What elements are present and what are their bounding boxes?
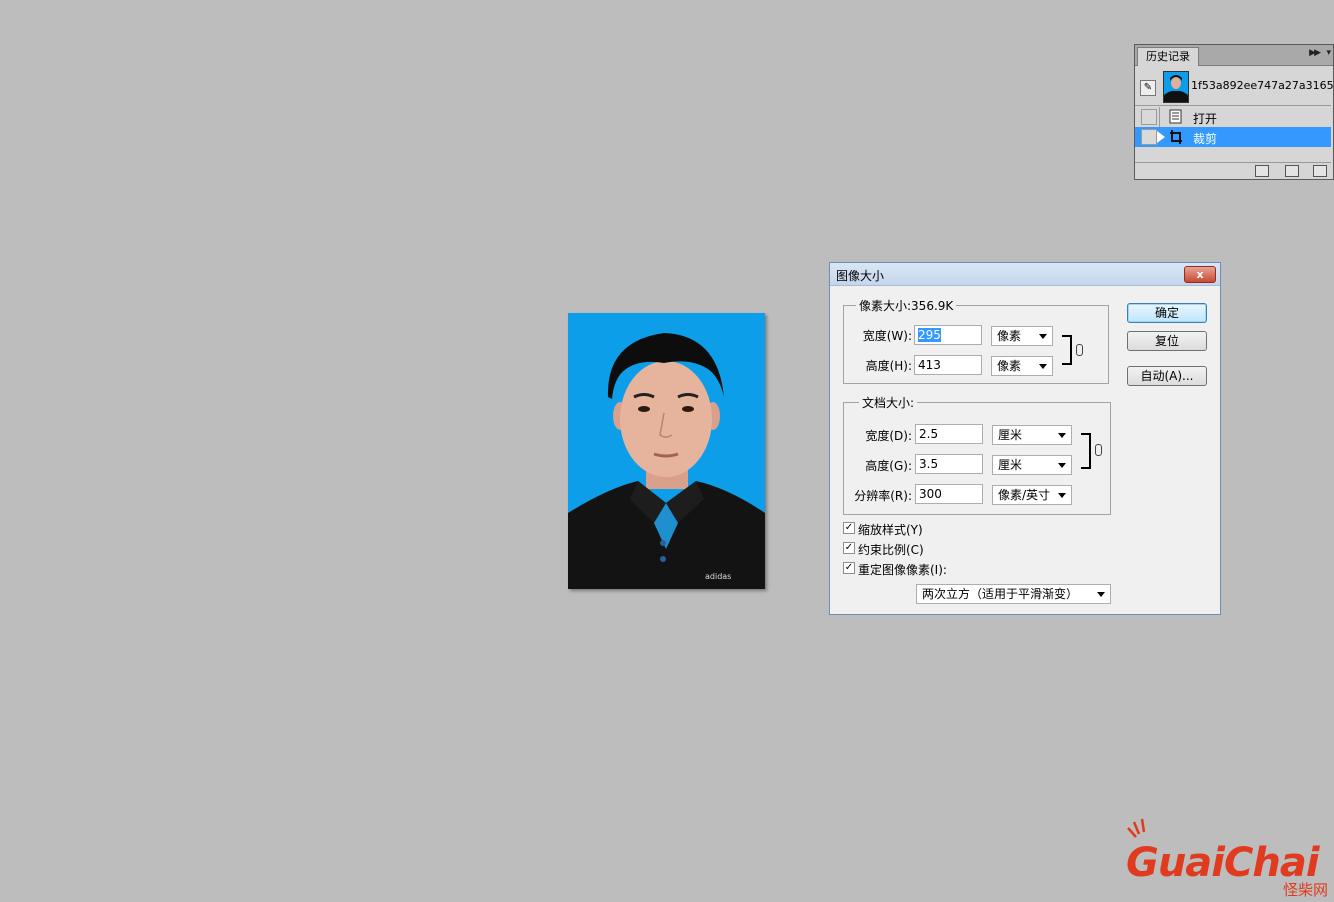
doc-width-label: 宽度(D): (865, 429, 912, 443)
resample-label: 重定图像像素(I): (858, 563, 947, 577)
panel-expand-icon[interactable]: ▶▶ (1309, 48, 1321, 58)
pixel-height-unit-select[interactable]: 像素 (991, 356, 1053, 376)
snapshot-camera-icon[interactable] (1285, 165, 1299, 177)
watermark-logo: GuaiChai 怪柴网 (1122, 818, 1334, 902)
doc-height-input[interactable]: 3.5 (915, 454, 983, 474)
pixel-height-input[interactable]: 413 (914, 355, 982, 375)
auto-button[interactable]: 自动(A)... (1127, 366, 1207, 386)
pixel-dimensions-legend: 像素大小:356.9K (856, 297, 957, 314)
reset-button[interactable]: 复位 (1127, 331, 1207, 351)
resolution-unit: 像素/英寸 (998, 488, 1051, 502)
new-document-from-state-icon[interactable] (1255, 165, 1269, 177)
resolution-input[interactable]: 300 (915, 484, 983, 504)
resolution-unit-select[interactable]: 像素/英寸 (992, 485, 1072, 505)
doc-height-label: 高度(G): (865, 459, 912, 473)
chevron-down-icon (1039, 334, 1047, 339)
history-step-label: 裁剪 (1193, 132, 1218, 146)
panel-menu-icon[interactable]: ▾ (1326, 48, 1331, 58)
history-step-crop[interactable]: 裁剪 (1135, 127, 1331, 147)
history-brush-checkbox[interactable] (1141, 109, 1157, 125)
dialog-title: 图像大小 (836, 269, 885, 283)
history-brush-source-icon[interactable]: ✎ (1140, 80, 1156, 96)
trash-icon[interactable] (1313, 165, 1327, 177)
history-panel-tabbar: 历史记录 ▶▶ ▾ (1135, 45, 1333, 66)
resolution-label: 分辨率(R): (854, 489, 912, 503)
document-size-legend: 文档大小: (859, 394, 918, 411)
history-step-open[interactable]: 打开 (1135, 107, 1331, 127)
constrain-proportions-label: 约束比例(C) (858, 543, 924, 557)
portrait-image: adidas (568, 313, 765, 589)
pixel-height-value: 413 (918, 358, 941, 372)
constrain-bracket (1081, 433, 1091, 469)
doc-height-unit-select[interactable]: 厘米 (992, 455, 1072, 475)
resample-method-value: 两次立方（适用于平滑渐变） (922, 587, 1079, 601)
image-size-dialog: 图像大小 x 像素大小:356.9K 宽度(W): 295 像素 高度(H): … (829, 262, 1221, 615)
chain-link-icon (1076, 344, 1083, 356)
chevron-down-icon (1058, 493, 1066, 498)
current-state-marker-icon (1157, 131, 1165, 143)
pixel-width-input[interactable]: 295 (914, 325, 982, 345)
resample-method-select[interactable]: 两次立方（适用于平滑渐变） (916, 584, 1111, 604)
svg-text:adidas: adidas (705, 572, 731, 581)
pixel-width-label: 宽度(W): (862, 329, 912, 343)
pixel-height-unit: 像素 (997, 359, 1022, 373)
history-step-label: 打开 (1193, 112, 1218, 126)
document-size-group: 文档大小: 宽度(D): 2.5 厘米 高度(G): 3.5 厘米 分辨率(R)… (843, 394, 1111, 515)
close-icon: x (1196, 268, 1204, 281)
doc-height-value: 3.5 (919, 457, 939, 471)
watermark-brand-cn: 怪柴网 (1282, 881, 1328, 899)
dialog-titlebar[interactable]: 图像大小 x (830, 263, 1220, 286)
crop-icon (1170, 130, 1182, 144)
history-snapshot[interactable]: ✎ 1f53a892ee747a27a3165... (1135, 69, 1334, 106)
doc-width-unit: 厘米 (998, 428, 1023, 442)
chevron-down-icon (1039, 364, 1047, 369)
pixel-width-unit: 像素 (997, 329, 1022, 343)
doc-width-input[interactable]: 2.5 (915, 424, 983, 444)
chevron-down-icon (1058, 463, 1066, 468)
history-panel-footer (1135, 162, 1331, 179)
chain-link-icon (1095, 444, 1102, 456)
chevron-down-icon (1058, 433, 1066, 438)
snapshot-thumbnail (1163, 71, 1189, 103)
doc-height-unit: 厘米 (998, 458, 1023, 472)
resample-checkbox[interactable]: ✓ (843, 562, 855, 574)
logo-rays-icon (1127, 818, 1146, 838)
scale-styles-label: 缩放样式(Y) (858, 523, 923, 537)
snapshot-label: 1f53a892ee747a27a3165... (1191, 79, 1334, 92)
pixel-width-value: 295 (918, 328, 941, 342)
tab-history[interactable]: 历史记录 (1137, 47, 1199, 66)
close-button[interactable]: x (1184, 266, 1216, 283)
history-panel: 历史记录 ▶▶ ▾ ✎ 1f53a892ee747a27a3165... 打开 (1134, 44, 1334, 180)
chevron-down-icon (1097, 592, 1105, 597)
resolution-value: 300 (919, 487, 942, 501)
document-photo[interactable]: adidas (568, 313, 765, 589)
ok-button[interactable]: 确定 (1127, 303, 1207, 323)
pixel-height-label: 高度(H): (865, 359, 912, 373)
doc-width-unit-select[interactable]: 厘米 (992, 425, 1072, 445)
scale-styles-checkbox[interactable]: ✓ (843, 522, 855, 534)
constrain-proportions-checkbox[interactable]: ✓ (843, 542, 855, 554)
history-brush-checkbox[interactable] (1141, 129, 1157, 145)
document-icon (1169, 109, 1182, 124)
constrain-bracket (1062, 335, 1072, 365)
doc-width-value: 2.5 (919, 427, 939, 441)
pixel-dimensions-group: 像素大小:356.9K 宽度(W): 295 像素 高度(H): 413 像素 (843, 297, 1109, 384)
pixel-width-unit-select[interactable]: 像素 (991, 326, 1053, 346)
